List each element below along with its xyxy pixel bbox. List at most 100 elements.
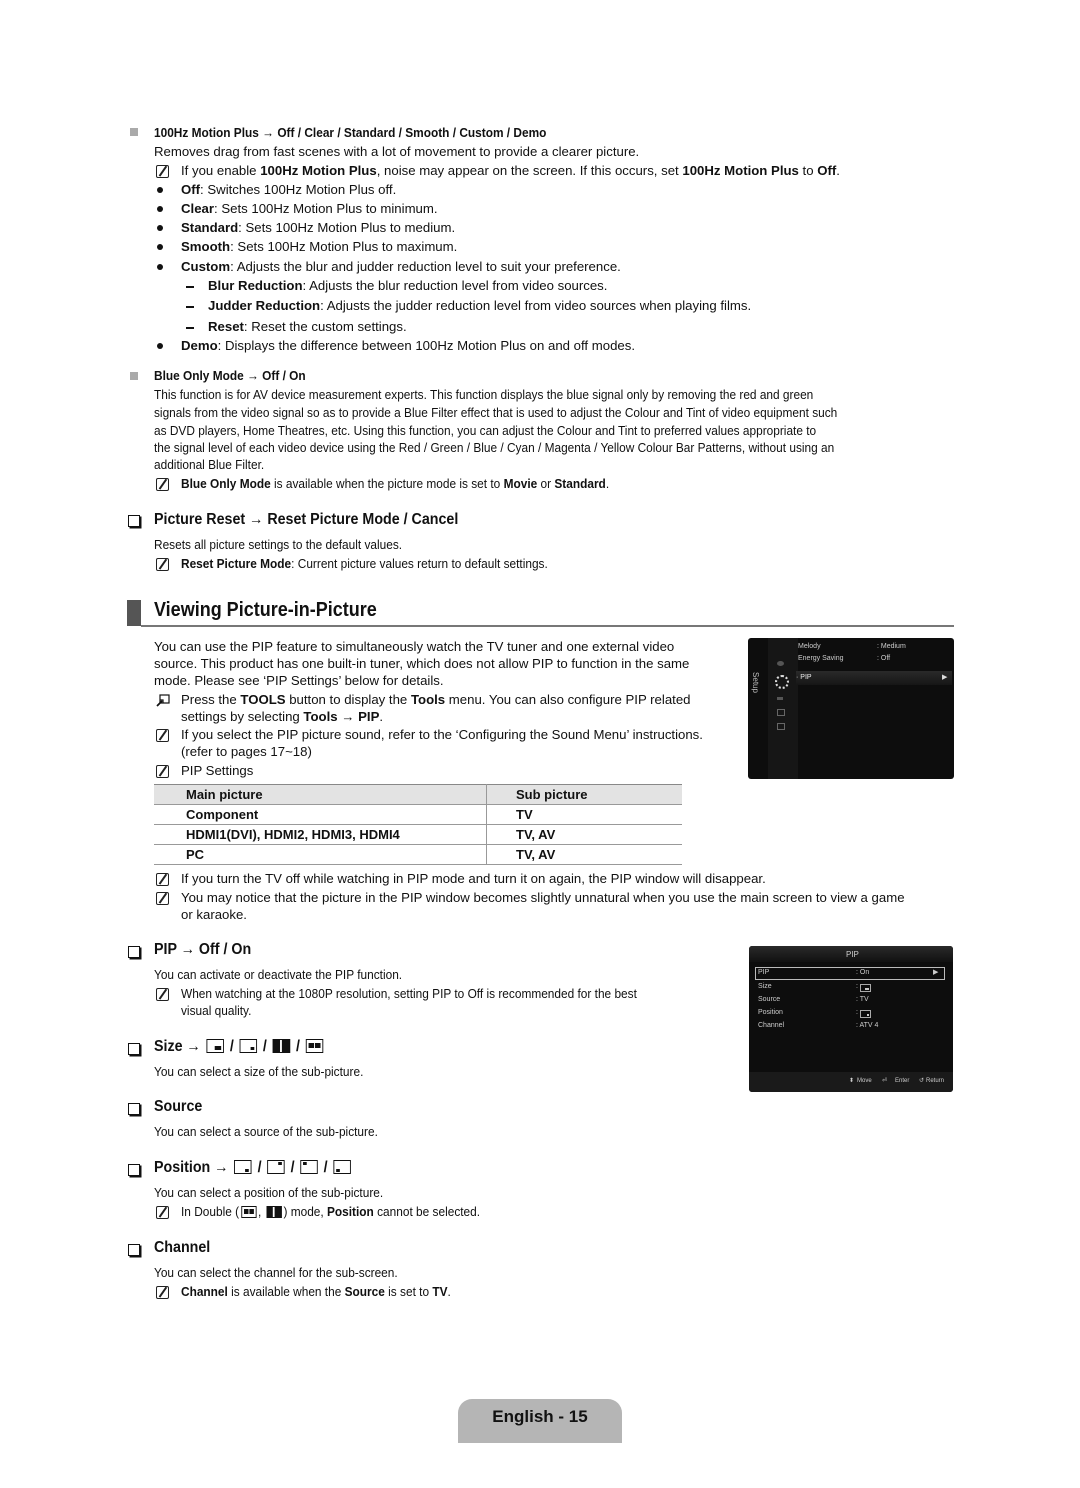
- note-icon: [156, 1286, 169, 1299]
- bullet-icon: [157, 343, 163, 349]
- size-small-icon: [239, 1039, 258, 1053]
- section-marker: [127, 600, 141, 626]
- size-heading: Size → / / /: [154, 1038, 325, 1056]
- channel-note: Channel is available when the Source is …: [181, 1284, 451, 1299]
- position-note: In Double (, ) mode, Position cannot be …: [181, 1204, 481, 1219]
- source-heading: Source: [154, 1098, 203, 1115]
- pip-intro-line: mode. Please see ‘PIP Settings’ below fo…: [154, 673, 444, 688]
- size-double-half-icon: [305, 1039, 324, 1053]
- bullet-icon: [157, 264, 163, 270]
- arrow-right-icon: ▶: [933, 969, 939, 976]
- source-row-label[interactable]: Source: [758, 996, 780, 1003]
- picture-reset-desc: Resets all picture settings to the defau…: [154, 537, 403, 552]
- menu-value: : Medium: [877, 643, 906, 650]
- custom-judder: Judder Reduction: Adjusts the judder red…: [208, 298, 752, 313]
- table-row: PC TV, AV: [154, 844, 682, 865]
- blue-only-line: This function is for AV device measureme…: [154, 387, 814, 402]
- sound-note-line2: (refer to pages 17~18): [181, 744, 312, 759]
- pip-intro-line: source. This product has one built-in tu…: [154, 656, 690, 671]
- channel-row-label[interactable]: Channel: [758, 1022, 784, 1029]
- return-hint: Return: [926, 1078, 945, 1084]
- option-demo: Demo: Displays the difference between 10…: [181, 338, 636, 353]
- input-icon: [777, 697, 783, 700]
- blue-only-line: the signal level of each video device us…: [154, 440, 835, 455]
- pip-onoff-note: When watching at the 1080P resolution, s…: [181, 986, 637, 1001]
- blue-only-line: signals from the video signal so as to p…: [154, 405, 838, 420]
- menu-label: Energy Saving: [798, 655, 844, 662]
- selected-row-highlight: [796, 671, 952, 685]
- support-icon: [777, 723, 785, 730]
- pip-unnatural-note: You may notice that the picture in the P…: [181, 890, 905, 905]
- size-row-value: :: [856, 983, 858, 990]
- picture-icon: [777, 661, 784, 666]
- enter-hint: Enter: [895, 1078, 910, 1084]
- bullet-icon: [157, 206, 163, 212]
- bullet-icon: [157, 244, 163, 250]
- move-icon: ⬍: [849, 1078, 855, 1084]
- section-title: Viewing Picture-in-Picture: [154, 599, 377, 621]
- table-cell: HDMI1(DVI), HDMI2, HDMI3, HDMI4: [154, 824, 487, 845]
- channel-heading: Channel: [154, 1239, 211, 1256]
- motion-plus-note: If you enable 100Hz Motion Plus, noise m…: [181, 163, 840, 178]
- enter-icon: ⏎: [882, 1078, 888, 1084]
- table-header-cell: Main picture: [154, 784, 487, 805]
- pip-intro-line: You can use the PIP feature to simultane…: [154, 639, 675, 654]
- position-bottom-left-icon: [333, 1160, 351, 1174]
- size-double-half-icon: [240, 1206, 257, 1218]
- position-row-label[interactable]: Position: [758, 1009, 783, 1016]
- blue-only-heading: Blue Only Mode → Off / On: [154, 368, 306, 383]
- pip-settings-table: Main picture Sub picture Component TV HD…: [154, 784, 682, 865]
- blue-only-note: Blue Only Mode is available when the pic…: [181, 476, 610, 491]
- pip-onoff-heading: PIP → Off / On: [154, 941, 252, 958]
- source-desc: You can select a source of the sub-pictu…: [154, 1124, 378, 1139]
- selected-row-outline: [755, 967, 945, 980]
- note-icon: [156, 892, 169, 905]
- table-header-cell: Sub picture: [486, 784, 682, 805]
- move-hint: Move: [857, 1078, 872, 1084]
- motion-plus-desc: Removes drag from fast scenes with a lot…: [154, 144, 640, 159]
- sound-note: If you select the PIP picture sound, ref…: [181, 727, 703, 742]
- option-standard: Standard: Sets 100Hz Motion Plus to medi…: [181, 220, 456, 235]
- position-bottom-right-icon: [234, 1160, 252, 1174]
- setup-side-label: Setup: [750, 672, 760, 693]
- dash-icon: [186, 286, 194, 288]
- position-desc: You can select a position of the sub-pic…: [154, 1185, 384, 1200]
- pip-off-note: If you turn the TV off while watching in…: [181, 871, 766, 886]
- note-icon: [156, 988, 169, 1001]
- bullet-icon: [157, 187, 163, 193]
- blue-only-line: as DVD players, Home Theatres, etc. Usin…: [154, 423, 817, 438]
- section-divider: [141, 625, 954, 627]
- size-double-full-icon: [266, 1206, 282, 1218]
- pip-unnatural-note-line2: or karaoke.: [181, 907, 247, 922]
- note-icon: [156, 1206, 169, 1219]
- table-cell: TV: [486, 804, 682, 825]
- custom-blur: Blur Reduction: Adjusts the blur reducti…: [208, 278, 608, 293]
- size-row-label[interactable]: Size: [758, 983, 772, 990]
- dash-icon: [186, 306, 194, 308]
- dash-icon: [186, 327, 194, 329]
- table-cell: TV, AV: [486, 844, 682, 865]
- page-footer-tab: English - 15: [458, 1399, 622, 1443]
- checkbox-bullet-icon: [128, 1164, 140, 1176]
- menu-item-pip[interactable]: · PIP: [796, 674, 812, 681]
- picture-reset-note: Reset Picture Mode: Current picture valu…: [181, 556, 548, 571]
- position-top-left-icon: [300, 1160, 318, 1174]
- checkbox-bullet-icon: [128, 1244, 140, 1256]
- pip-row-label[interactable]: PIP: [758, 969, 769, 976]
- application-icon: [777, 709, 785, 716]
- tools-note-line2: settings by selecting Tools → PIP.: [181, 709, 384, 724]
- pip-row-value: : On: [856, 969, 870, 976]
- menu-value: : Off: [877, 655, 891, 662]
- option-clear: Clear: Sets 100Hz Motion Plus to minimum…: [181, 201, 438, 216]
- size-desc: You can select a size of the sub-picture…: [154, 1064, 364, 1079]
- note-icon: [156, 478, 169, 491]
- table-cell: Component: [154, 804, 487, 825]
- tools-note: Press the TOOLS button to display the To…: [181, 692, 691, 707]
- square-bullet-icon: [130, 372, 138, 380]
- pip-menu-screenshot: PIP PIP : On ▶ Size : Source : TV Positi…: [749, 946, 953, 1092]
- table-cell: TV, AV: [486, 824, 682, 845]
- position-row-value: :: [856, 1009, 858, 1016]
- checkbox-bullet-icon: [128, 515, 140, 527]
- size-large-icon: [860, 984, 871, 992]
- pip-onoff-desc: You can activate or deactivate the PIP f…: [154, 967, 403, 982]
